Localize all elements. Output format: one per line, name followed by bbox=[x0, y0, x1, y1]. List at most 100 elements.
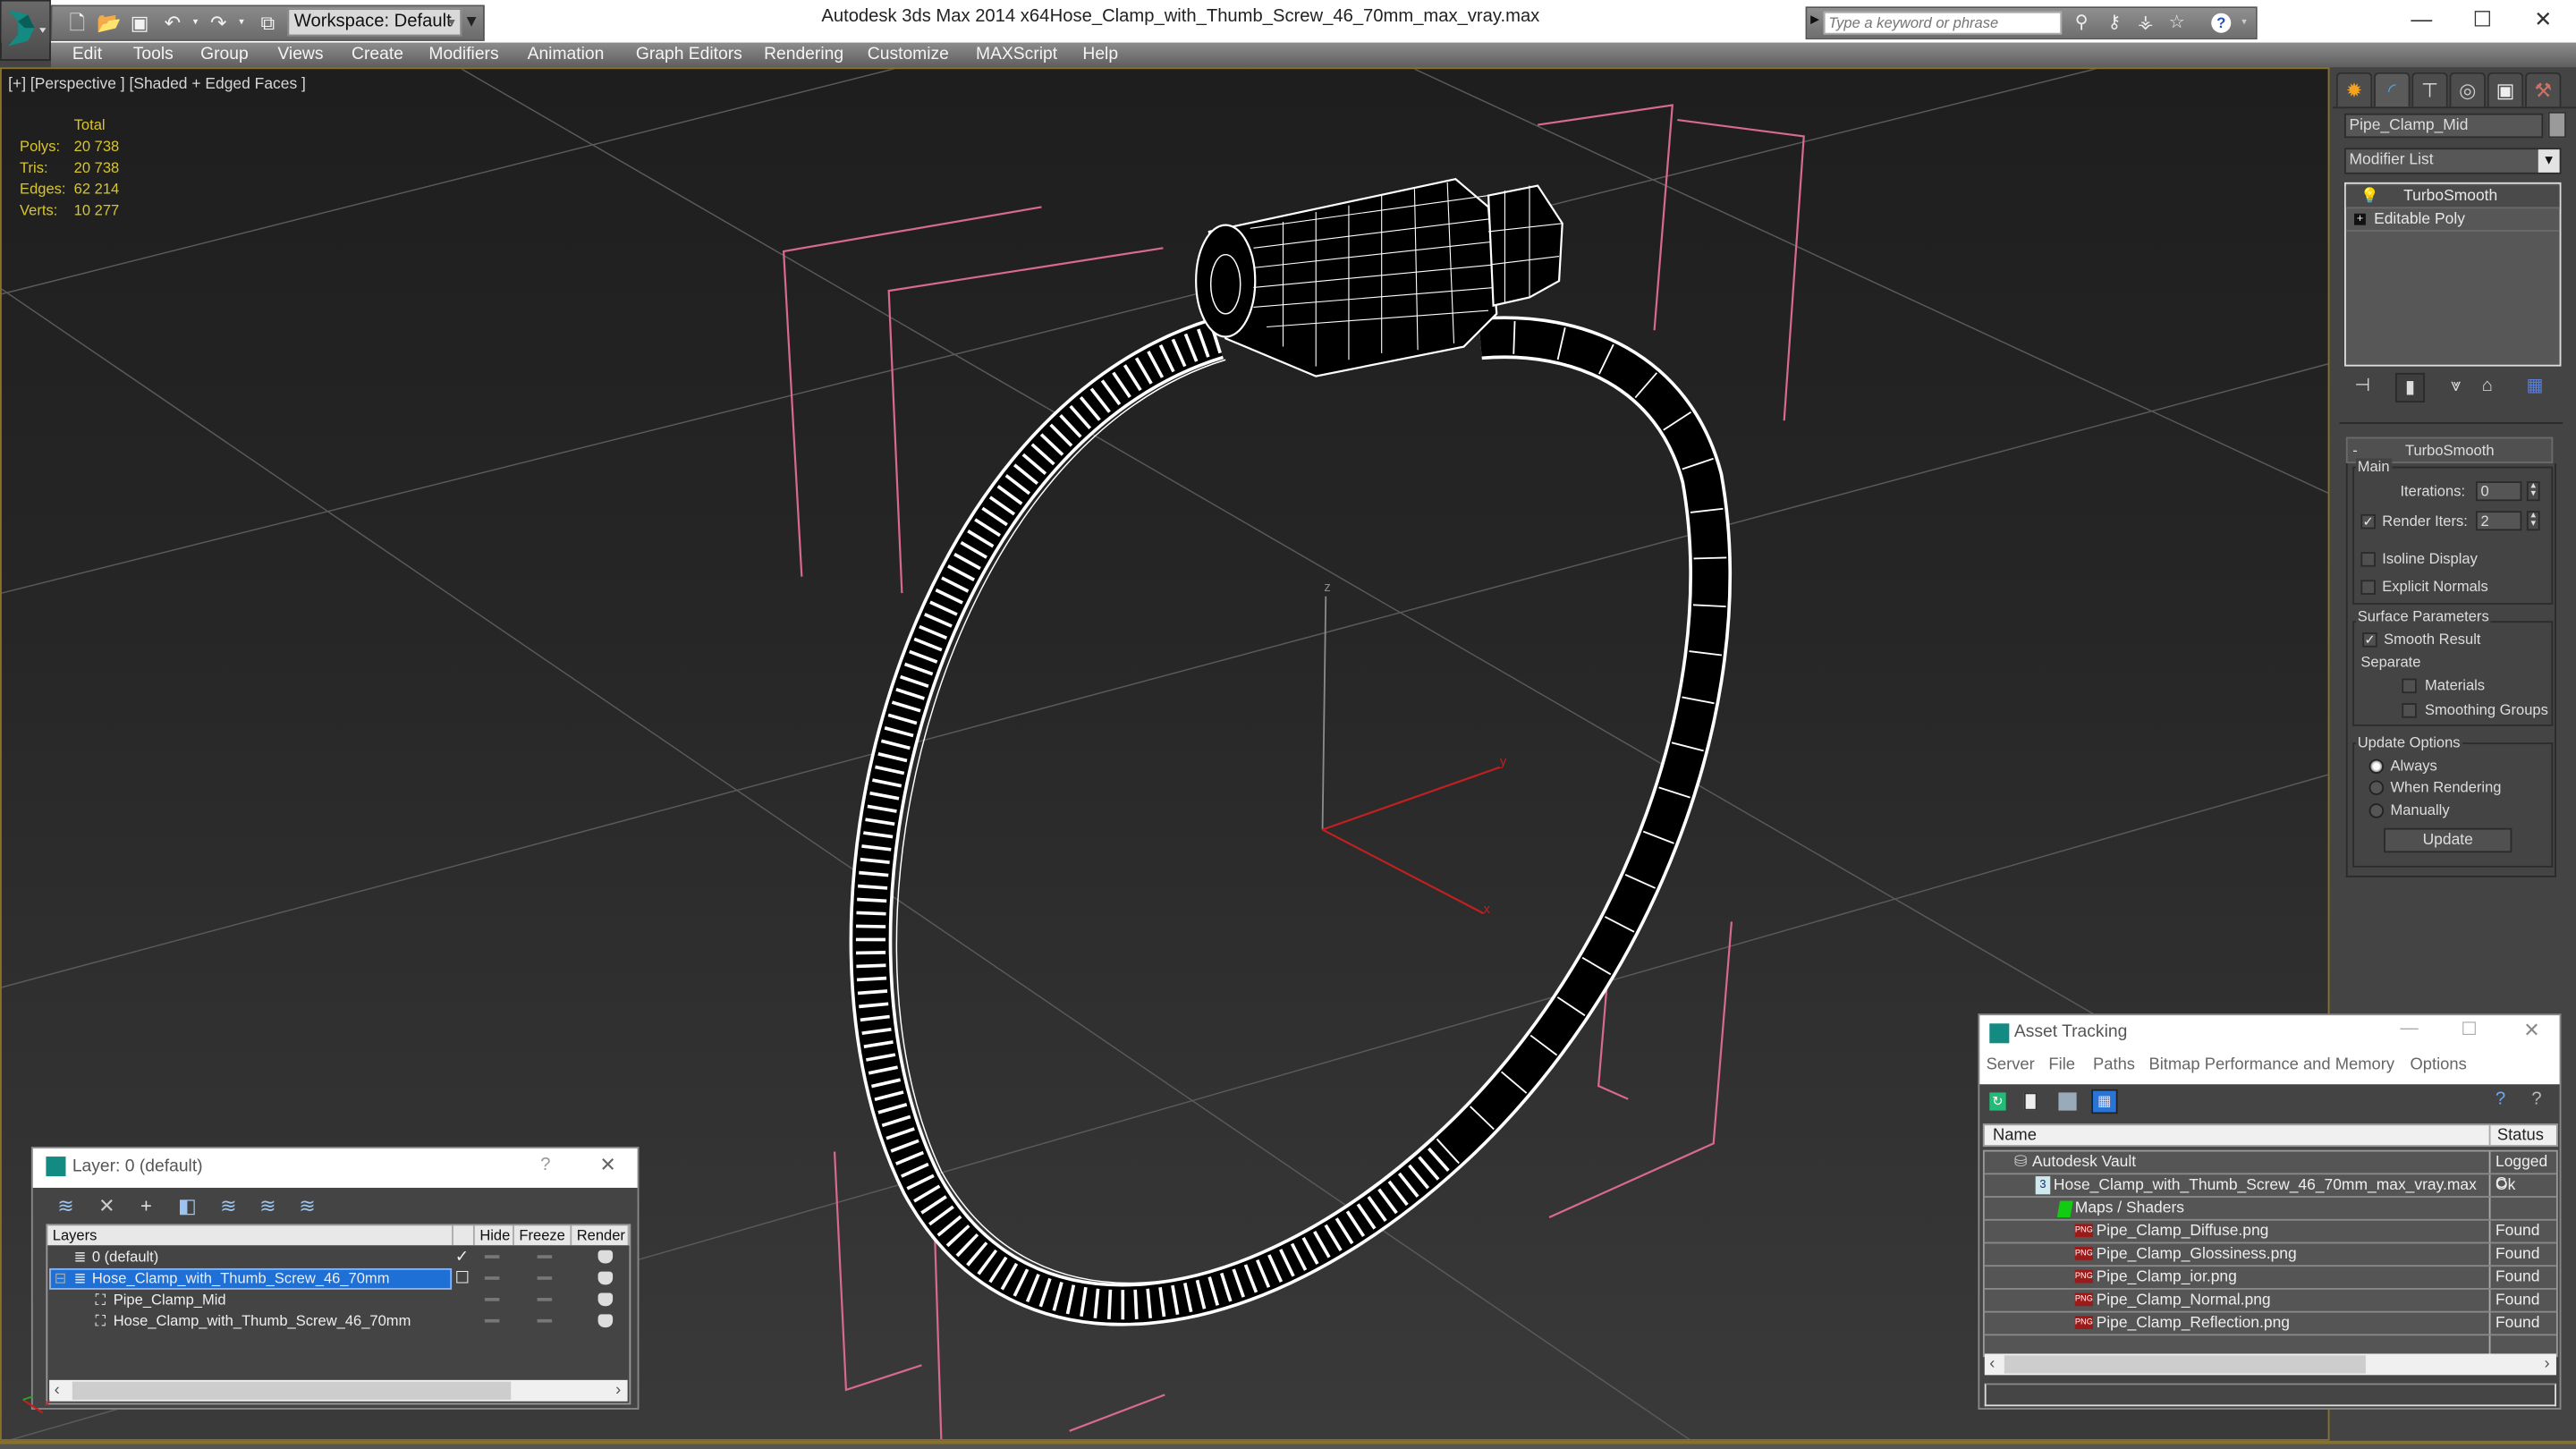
close-button[interactable]: ✕ bbox=[2523, 1019, 2539, 1042]
asset-row[interactable]: PNG Pipe_Clamp_Diffuse.png Found bbox=[1984, 1220, 2556, 1244]
display-tab-icon[interactable]: ▣ bbox=[2487, 72, 2524, 107]
object-color-swatch[interactable] bbox=[2547, 111, 2566, 139]
collapse-icon[interactable]: ⊟ bbox=[55, 1268, 67, 1290]
delete-layer-icon[interactable]: ✕ bbox=[94, 1192, 120, 1218]
menu-edit[interactable]: Edit bbox=[72, 43, 102, 68]
menu-server[interactable]: Server bbox=[1987, 1056, 2035, 1074]
stack-item-editable-poly[interactable]: + Editable Poly bbox=[2345, 208, 2560, 232]
column-header-layers[interactable]: Layers bbox=[47, 1225, 453, 1246]
customize-qat-icon[interactable]: ▼ bbox=[463, 8, 479, 36]
motion-tab-icon[interactable]: ◎ bbox=[2449, 72, 2486, 107]
create-layer-icon[interactable]: ≋ bbox=[53, 1192, 79, 1218]
menu-paths[interactable]: Paths bbox=[2093, 1056, 2135, 1074]
modifier-list-dropdown[interactable]: Modifier List ▼ bbox=[2344, 148, 2562, 174]
render-teapot-icon[interactable] bbox=[597, 1314, 614, 1328]
application-button[interactable] bbox=[0, 0, 51, 61]
layer-row[interactable]: ⛶ Pipe_Clamp_Mid bbox=[47, 1290, 629, 1311]
menu-customize[interactable]: Customize bbox=[868, 43, 949, 68]
utilities-tab-icon[interactable]: ⚒ bbox=[2525, 72, 2562, 107]
hierarchy-tab-icon[interactable]: ⊤ bbox=[2411, 72, 2448, 107]
menu-modifiers[interactable]: Modifiers bbox=[428, 43, 498, 68]
pin-stack-icon[interactable]: ⊣ bbox=[2350, 373, 2376, 399]
menu-bitmap-performance[interactable]: Bitmap Performance and Memory bbox=[2148, 1056, 2394, 1074]
star-icon[interactable]: ☆ bbox=[2165, 12, 2189, 35]
freeze-toggle[interactable] bbox=[537, 1298, 553, 1301]
minimize-button[interactable]: — bbox=[2392, 4, 2451, 37]
hose-clamp-model[interactable] bbox=[849, 178, 1733, 1326]
satellite-icon[interactable]: ⚶ bbox=[2134, 12, 2157, 35]
redo-icon[interactable]: ↷ bbox=[207, 12, 230, 35]
asset-row[interactable]: PNG Pipe_Clamp_ior.png Found bbox=[1984, 1267, 2556, 1290]
new-file-icon[interactable]: 🗋 bbox=[65, 12, 89, 35]
freeze-toggle[interactable] bbox=[537, 1318, 553, 1323]
active-layer-checkmark[interactable]: ✓ bbox=[455, 1247, 469, 1268]
select-objects-icon[interactable]: ◧ bbox=[174, 1192, 200, 1218]
asset-row[interactable]: PNG Pipe_Clamp_Normal.png Found bbox=[1984, 1289, 2556, 1313]
render-teapot-icon[interactable] bbox=[597, 1271, 614, 1285]
binoculars-icon[interactable]: ⚲ bbox=[2070, 12, 2093, 35]
menu-animation[interactable]: Animation bbox=[528, 43, 605, 68]
menu-file[interactable]: File bbox=[2048, 1056, 2075, 1074]
layer-row[interactable]: ≣ 0 (default) ✓ bbox=[47, 1247, 629, 1268]
configure-modifier-sets-icon[interactable]: ▦ bbox=[2521, 373, 2547, 399]
hide-toggle[interactable] bbox=[484, 1255, 500, 1258]
key-icon[interactable]: ⚷ bbox=[2103, 12, 2126, 35]
hide-all-layers-icon[interactable]: ≋ bbox=[255, 1192, 281, 1218]
remove-modifier-icon[interactable]: ⌂ bbox=[2474, 373, 2500, 399]
save-icon[interactable]: ▣ bbox=[128, 12, 151, 35]
help-button[interactable]: ? bbox=[540, 1155, 550, 1174]
scrollbar-thumb[interactable] bbox=[72, 1381, 512, 1400]
lightbulb-icon[interactable]: 💡 bbox=[2360, 186, 2379, 208]
render-teapot-icon[interactable] bbox=[597, 1250, 614, 1264]
menu-tools[interactable]: Tools bbox=[133, 43, 174, 68]
scroll-right-icon[interactable]: › bbox=[2544, 1353, 2549, 1375]
column-header-status[interactable]: Status bbox=[2497, 1127, 2544, 1145]
column-header-name[interactable]: Name bbox=[1993, 1127, 2037, 1145]
asset-row[interactable]: PNG Pipe_Clamp_Reflection.png Found bbox=[1984, 1312, 2556, 1336]
redo-dropdown-icon[interactable]: ▾ bbox=[230, 12, 253, 35]
close-button[interactable]: ✕ bbox=[599, 1153, 615, 1176]
stack-item-turbosmooth[interactable]: 💡 TurboSmooth bbox=[2345, 185, 2560, 209]
modify-tab-icon[interactable]: ◜ bbox=[2374, 72, 2411, 107]
maximize-button[interactable]: ☐ bbox=[2461, 1019, 2477, 1040]
workspace-dropdown[interactable]: Workspace: Default ▾ bbox=[287, 8, 462, 37]
help-dropdown-icon[interactable]: ▾ bbox=[2233, 12, 2256, 35]
refresh-icon[interactable]: ↻ bbox=[1989, 1092, 2006, 1111]
viewport-label[interactable]: [+] [Perspective ] [Shaded + Edged Faces… bbox=[8, 75, 306, 93]
close-button[interactable]: ✕ bbox=[2513, 4, 2572, 37]
expand-arrow-icon[interactable]: ▶ bbox=[1810, 13, 1819, 27]
menu-maxscript[interactable]: MAXScript bbox=[976, 43, 1057, 68]
column-header-hide[interactable]: Hide bbox=[474, 1225, 514, 1246]
freeze-toggle[interactable] bbox=[537, 1255, 553, 1258]
column-header-render[interactable]: Render bbox=[572, 1225, 630, 1246]
help-icon[interactable]: ? bbox=[2211, 13, 2232, 33]
menu-options[interactable]: Options bbox=[2410, 1056, 2466, 1074]
asset-row[interactable]: Maps / Shaders bbox=[1984, 1197, 2556, 1221]
add-to-layer-icon[interactable]: + bbox=[133, 1192, 159, 1218]
hide-toggle[interactable] bbox=[484, 1276, 500, 1280]
project-folder-icon[interactable]: ⧉ bbox=[257, 12, 280, 35]
layer-row[interactable]: ⛶ Hose_Clamp_with_Thumb_Screw_46_70mm bbox=[47, 1311, 629, 1333]
make-current-checkbox[interactable]: ☐ bbox=[455, 1268, 470, 1290]
list-view-icon[interactable] bbox=[2023, 1092, 2038, 1111]
create-tab-icon[interactable]: ✹ bbox=[2335, 72, 2373, 107]
scroll-right-icon[interactable]: › bbox=[615, 1380, 621, 1402]
table-view-icon[interactable]: ▦ bbox=[2091, 1089, 2118, 1114]
maximize-button[interactable]: ☐ bbox=[2453, 4, 2512, 37]
hide-toggle[interactable] bbox=[484, 1298, 500, 1301]
freeze-toggle[interactable] bbox=[537, 1276, 553, 1280]
horizontal-scrollbar[interactable]: ‹ › bbox=[1984, 1353, 2556, 1376]
asset-window-titlebar[interactable]: Asset Tracking — ☐ ✕ Server File Paths B… bbox=[1979, 1015, 2560, 1085]
scroll-left-icon[interactable]: ‹ bbox=[1989, 1353, 1995, 1375]
detail-view-icon[interactable] bbox=[2058, 1092, 2077, 1111]
highlight-layer-icon[interactable]: ≋ bbox=[216, 1192, 242, 1218]
asset-row[interactable]: 3 Hose_Clamp_with_Thumb_Screw_46_70mm_ma… bbox=[1984, 1174, 2556, 1198]
show-end-result-icon[interactable]: ▮ bbox=[2394, 372, 2426, 402]
object-name-field[interactable]: Pipe_Clamp_Mid bbox=[2344, 113, 2544, 139]
column-header-current[interactable] bbox=[453, 1225, 475, 1246]
column-header-freeze[interactable]: Freeze bbox=[513, 1225, 572, 1246]
asset-row[interactable]: ⛁ Autodesk Vault Logged C bbox=[1984, 1151, 2556, 1192]
column-divider[interactable] bbox=[2488, 1125, 2491, 1146]
undo-icon[interactable]: ↶ bbox=[161, 12, 184, 35]
menu-rendering[interactable]: Rendering bbox=[764, 43, 843, 68]
